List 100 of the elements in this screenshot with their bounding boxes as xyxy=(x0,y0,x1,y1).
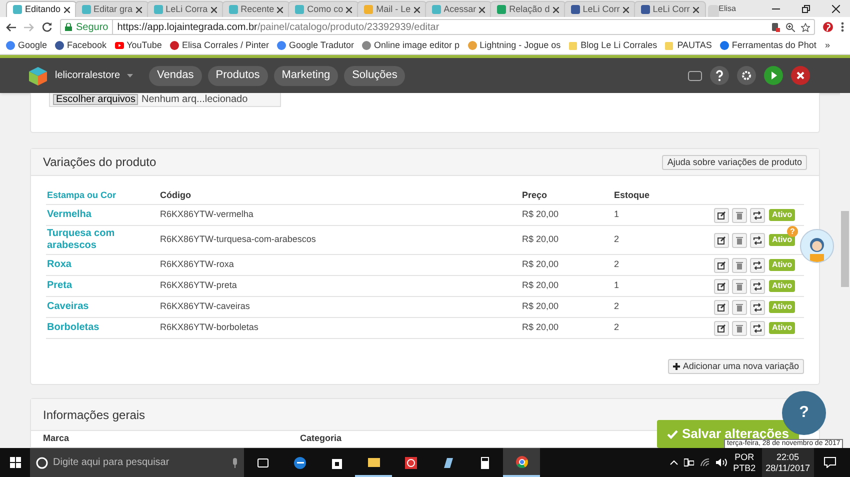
duplicate-button[interactable] xyxy=(750,320,765,336)
reload-icon xyxy=(42,22,52,32)
check-icon xyxy=(667,430,678,438)
back-arrow-icon xyxy=(6,22,16,32)
repeat-icon xyxy=(753,236,762,244)
microphone-icon xyxy=(232,458,238,468)
nav-menu-button[interactable]: Vendas xyxy=(149,66,202,86)
tab-favicon-icon xyxy=(364,5,374,14)
edit-button[interactable] xyxy=(714,300,729,314)
taskbar-search-field[interactable]: Digite aqui para pesquisar xyxy=(53,455,227,470)
taskbar-clock[interactable]: 22:05 28/11/2017 xyxy=(762,448,814,477)
edit-icon xyxy=(717,260,726,270)
browser-tab[interactable]: Como co xyxy=(288,1,360,17)
windows-logo-icon xyxy=(10,457,20,468)
duplicate-button[interactable] xyxy=(750,278,765,294)
lock-icon xyxy=(65,23,72,31)
blocked-popup-icon xyxy=(772,22,780,32)
speaker-icon xyxy=(716,458,728,467)
choose-files-button[interactable]: Escolher arquivos xyxy=(53,94,138,105)
table-cell-text: R$ 20,00 xyxy=(522,279,560,292)
table-cell-text: R6KX86YTW-preta xyxy=(160,279,238,292)
task-view-icon xyxy=(254,456,270,470)
bookmark-item[interactable]: Elisa Corrales / Pinter xyxy=(170,38,269,52)
edit-button[interactable] xyxy=(714,232,729,248)
trash-icon xyxy=(735,302,744,312)
edit-button[interactable] xyxy=(714,208,729,222)
bookmark-item[interactable]: Online image editor p xyxy=(362,38,460,52)
browser-tab[interactable]: Mail - Le xyxy=(357,1,427,17)
trash-icon xyxy=(735,236,744,244)
duplicate-button[interactable] xyxy=(750,232,765,248)
duplicate-button[interactable] xyxy=(750,258,765,272)
secure-label: Seguro xyxy=(76,20,114,34)
cortana-circle-icon xyxy=(36,456,48,468)
close-icon xyxy=(136,6,142,12)
close-icon xyxy=(622,6,629,12)
bookmark-item[interactable]: Google xyxy=(6,38,48,52)
input-language-indicator[interactable]: POR PTB2 xyxy=(733,452,756,474)
nav-menu-button[interactable]: Produtos xyxy=(208,66,268,86)
chrome-browser-icon xyxy=(514,454,530,468)
folder-icon xyxy=(665,41,674,50)
repeat-icon xyxy=(753,324,762,332)
trash-icon xyxy=(735,210,744,220)
store-name[interactable]: lelicorralestore xyxy=(55,68,120,83)
more-bookmarks[interactable]: » xyxy=(824,38,830,52)
assistant-avatar[interactable] xyxy=(800,229,834,263)
duplicate-button[interactable] xyxy=(750,300,765,314)
tab-favicon-icon xyxy=(13,5,22,14)
taskbar-search-box[interactable]: Digite aqui para pesquisar xyxy=(30,448,244,477)
tab-favicon-icon xyxy=(295,5,304,14)
duplicate-button[interactable] xyxy=(750,208,765,222)
repeat-icon xyxy=(753,282,762,290)
forward-arrow-icon xyxy=(24,22,34,32)
more-menu-icon xyxy=(841,22,844,32)
close-icon xyxy=(64,6,70,12)
close-icon xyxy=(277,6,284,12)
nav-menu-button[interactable]: Marketing xyxy=(274,66,338,86)
bookmark-item[interactable]: YouTube xyxy=(114,38,162,52)
close-icon xyxy=(791,66,810,85)
browser-tab[interactable]: LeLi Corr xyxy=(564,1,636,17)
help-button[interactable]: Ajuda sobre variações de produto xyxy=(662,154,807,170)
edit-button[interactable] xyxy=(714,258,729,272)
browser-tab[interactable]: Editar gra xyxy=(74,1,149,17)
bookmark-item[interactable]: Ferramentas do Phot xyxy=(720,38,816,52)
bookmark-item[interactable]: Facebook xyxy=(55,38,107,52)
nav-menu-button[interactable]: Soluções xyxy=(344,66,406,86)
edit-icon xyxy=(717,282,726,290)
help-icon xyxy=(710,66,729,85)
wifi-icon xyxy=(700,458,710,467)
zoom-icon xyxy=(786,22,795,32)
table-cell-text: R6KX86YTW-turquesa-com-arabescos xyxy=(160,233,317,246)
bookmark-item[interactable]: Blog Le Li Corrales xyxy=(568,38,658,52)
column-header: Código xyxy=(160,189,192,202)
caret-icon xyxy=(127,74,134,78)
browser-tab[interactable]: LeLi Corra xyxy=(146,1,224,17)
browser-tab[interactable]: Recente xyxy=(222,1,290,17)
table-cell-text: R6KX86YTW-caveiras xyxy=(160,300,251,314)
section-title: Informações gerais xyxy=(43,406,146,424)
trash-icon xyxy=(735,282,744,290)
browser-tab[interactable]: Acessar xyxy=(424,1,492,17)
bookmark-item[interactable]: Lightning - Jogue os xyxy=(468,38,561,52)
browser-tab[interactable]: Relação d xyxy=(490,1,566,17)
chevron-up-icon xyxy=(670,460,678,465)
trash-icon xyxy=(735,260,744,270)
bookmark-item[interactable]: PAUTAS xyxy=(665,38,712,52)
field-label: Marca xyxy=(43,432,70,445)
repeat-icon xyxy=(753,210,762,220)
tab-favicon-icon xyxy=(228,5,238,14)
browser-tab[interactable]: Editando xyxy=(6,1,77,17)
close-icon xyxy=(479,6,486,12)
browser-tab[interactable]: LeLi Corr xyxy=(634,1,706,17)
edit-button[interactable] xyxy=(714,320,729,336)
profile-name[interactable]: Elisa xyxy=(718,2,736,14)
add-variation-button[interactable]: Adicionar uma nova variação xyxy=(668,359,804,374)
taskbar-app-button[interactable] xyxy=(503,448,540,477)
edit-button[interactable] xyxy=(714,278,729,294)
table-cell-text: R$ 20,00 xyxy=(522,233,560,246)
table-cell-text: 2 xyxy=(614,233,620,246)
bookmark-item[interactable]: Google Tradutor xyxy=(276,38,354,52)
address-bar[interactable]: Seguro https://app.lojaintegrada.com.br/painel/catalogo/produto/23392939/editar xyxy=(60,19,815,35)
edit-icon xyxy=(717,236,726,244)
